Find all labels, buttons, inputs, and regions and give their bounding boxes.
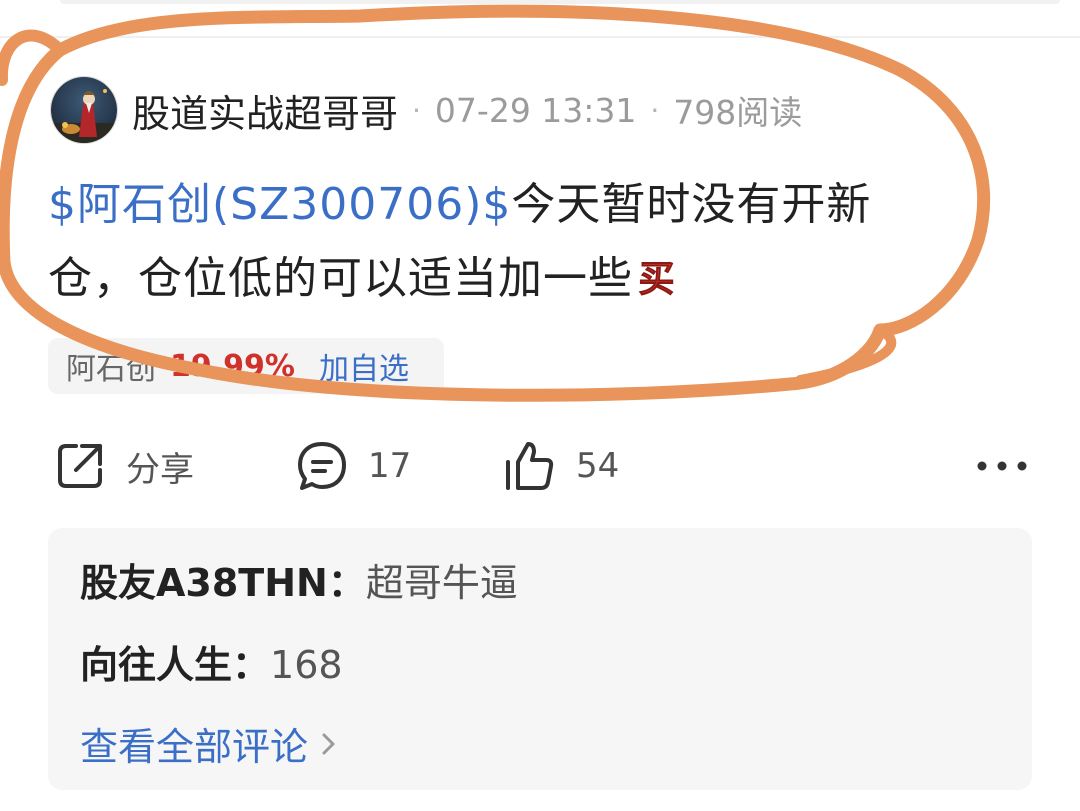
avatar-image xyxy=(51,77,117,143)
post-date: 07-29 13:31 xyxy=(434,90,637,130)
previous-post-shadow xyxy=(60,0,1060,4)
like-button[interactable]: 54 xyxy=(502,438,619,494)
chip-stock-name: 阿石创 xyxy=(66,352,156,387)
comment-colon: ： xyxy=(327,561,366,605)
share-icon xyxy=(58,444,102,488)
like-count: 54 xyxy=(576,446,620,486)
chevron-right-icon xyxy=(322,733,335,754)
buy-emoji-icon: 买 xyxy=(635,248,679,300)
comment-icon xyxy=(298,442,346,490)
comment-colon: ： xyxy=(232,643,271,687)
comment-text: 168 xyxy=(270,643,343,687)
separator-dot: · xyxy=(412,93,421,127)
thumbs-up-icon xyxy=(506,442,554,490)
comments-preview: 股友A38THN：超哥牛逼 向往人生：168 查看全部评论 xyxy=(48,528,1032,790)
comment-button[interactable]: 17 xyxy=(294,438,411,494)
post-text-line1: 今天暂时没有开新 xyxy=(511,179,872,230)
comment-item[interactable]: 股友A38THN：超哥牛逼 xyxy=(80,552,518,607)
action-bar: 分享 17 54 xyxy=(0,430,1080,502)
more-dots-icon xyxy=(977,461,1027,471)
add-watchlist-button[interactable]: 加自选 xyxy=(319,344,409,388)
share-label: 分享 xyxy=(126,449,194,490)
avatar[interactable] xyxy=(50,76,118,144)
separator-dot: · xyxy=(650,93,660,127)
stock-chip[interactable]: 阿石创 19.99% 加自选 xyxy=(48,338,444,394)
comment-count: 17 xyxy=(368,446,412,486)
view-all-comments-link[interactable]: 查看全部评论 xyxy=(80,716,338,771)
previous-post-edge xyxy=(0,0,1080,34)
author-line: 股道实战超哥哥 · 07-29 13:31 · 798阅读 xyxy=(132,84,802,136)
buy-emoji-glyph: 买 xyxy=(638,259,675,299)
stock-link[interactable]: $阿石创(SZ300706)$ xyxy=(48,179,511,230)
more-button[interactable] xyxy=(972,444,1032,488)
comment-author[interactable]: 股友A38THN xyxy=(80,561,328,605)
post-body: $阿石创(SZ300706)$今天暂时没有开新仓，仓位低的可以适当加一些买 xyxy=(48,168,948,316)
comment-text: 超哥牛逼 xyxy=(365,561,518,605)
comment-author[interactable]: 向往人生 xyxy=(80,643,232,687)
share-button[interactable]: 分享 xyxy=(52,438,194,494)
comment-item[interactable]: 向往人生：168 xyxy=(80,634,343,689)
post-text-line2: 仓，仓位低的可以适当加一些 xyxy=(48,253,633,304)
post-card: 股道实战超哥哥 · 07-29 13:31 · 798阅读 $阿石创(SZ300… xyxy=(0,0,1080,811)
divider xyxy=(0,36,1080,38)
author-name[interactable]: 股道实战超哥哥 xyxy=(132,83,398,138)
view-all-comments-label: 查看全部评论 xyxy=(80,725,309,769)
read-count: 798阅读 xyxy=(673,93,803,132)
chip-stock-change: 19.99% xyxy=(170,348,295,384)
